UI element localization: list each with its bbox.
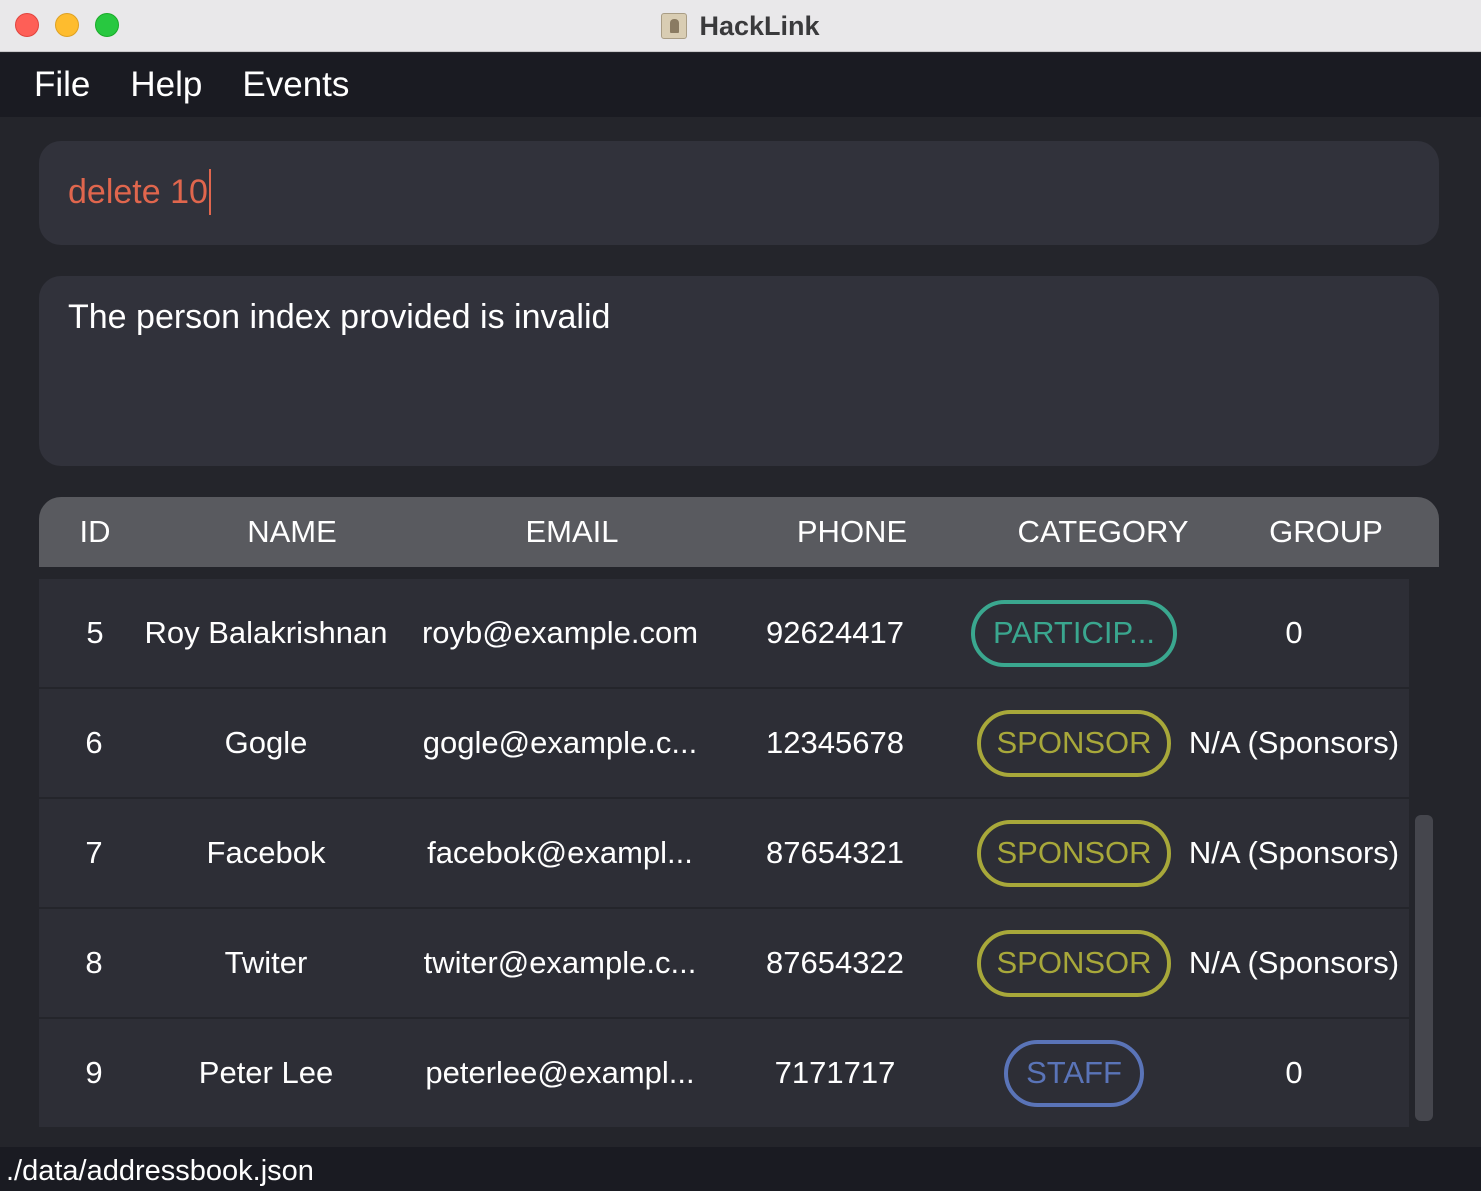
cell-email: peterlee@exampl... [425,1055,695,1090]
cell-phone: 87654321 [766,835,904,870]
cell-id: 7 [85,835,103,870]
cell-phone: 87654322 [766,945,904,980]
result-message: The person index provided is invalid [68,298,611,336]
table-header: ID NAME EMAIL PHONE CATEGORY GROUP [39,497,1439,567]
table-row[interactable]: 5 Roy Balakrishnan royb@example.com 9262… [39,579,1409,687]
result-display: The person index provided is invalid [39,276,1439,466]
cell-name: Roy Balakrishnan [144,615,388,650]
cell-name: Peter Lee [198,1055,334,1090]
cell-phone: 7171717 [774,1055,896,1090]
scrollbar-thumb[interactable] [1415,815,1433,1121]
command-box[interactable]: delete 10 [39,141,1439,245]
column-header-name[interactable]: NAME [151,497,433,567]
menu-events[interactable]: Events [242,65,349,105]
command-input-text: delete 10 [68,172,208,211]
column-header-id[interactable]: ID [39,497,151,567]
menu-bar: File Help Events [0,53,1481,117]
window-title-text: HackLink [699,10,820,41]
cell-name: Facebok [206,835,326,870]
cell-group: 0 [1285,615,1303,650]
person-table: ID NAME EMAIL PHONE CATEGORY GROUP 5 Roy… [39,497,1439,1129]
category-badge-staff: STAFF [1004,1039,1144,1107]
cell-group: N/A (Sponsors) [1188,945,1400,980]
command-input[interactable]: delete 10 [68,169,211,215]
save-file-path: ./data/addressbook.json [6,1155,314,1187]
cell-group: N/A (Sponsors) [1188,725,1400,760]
cell-category: STAFF [959,1019,1189,1127]
cell-id: 6 [85,725,103,760]
table-row[interactable]: 9 Peter Lee peterlee@exampl... 7171717 S… [39,1019,1409,1127]
title-bar: HackLink [0,0,1481,52]
contacts-book-icon [661,13,688,39]
table-scrollbar[interactable] [1409,567,1439,1129]
column-header-phone[interactable]: PHONE [711,497,993,567]
cell-category: SPONSOR [959,689,1189,797]
category-badge-sponsor: SPONSOR [977,709,1171,777]
cell-email: gogle@example.c... [422,725,698,760]
category-badge-participant: PARTICIP... [971,599,1177,667]
cell-phone: 92624417 [766,615,904,650]
category-badge-sponsor: SPONSOR [977,819,1171,887]
table-row[interactable]: 7 Facebok facebok@exampl... 87654321 SPO… [39,799,1409,907]
window-title: HackLink [0,0,1481,52]
column-header-category[interactable]: CATEGORY [993,497,1213,567]
cell-name: Twiter [224,945,308,980]
menu-file[interactable]: File [34,65,90,105]
column-header-group[interactable]: GROUP [1213,497,1439,567]
cell-email: twiter@example.c... [423,945,697,980]
table-row[interactable]: 8 Twiter twiter@example.c... 87654322 SP… [39,909,1409,1017]
cell-group: N/A (Sponsors) [1188,835,1400,870]
cell-category: PARTICIP... [959,579,1189,687]
text-caret [208,169,211,215]
column-header-email[interactable]: EMAIL [433,497,711,567]
cell-id: 9 [85,1055,103,1090]
cell-group: 0 [1285,1055,1303,1090]
status-bar: ./data/addressbook.json [0,1147,1481,1191]
cell-email: royb@example.com [421,615,699,650]
cell-phone: 12345678 [766,725,904,760]
cell-id: 5 [86,615,104,650]
menu-help[interactable]: Help [130,65,202,105]
cell-id: 8 [85,945,103,980]
cell-category: SPONSOR [959,909,1189,1017]
cell-email: facebok@exampl... [427,835,693,870]
table-body: 5 Roy Balakrishnan royb@example.com 9262… [39,567,1409,1129]
cell-name: Gogle [224,725,308,760]
category-badge-sponsor: SPONSOR [977,929,1171,997]
cell-category: SPONSOR [959,799,1189,907]
table-row[interactable]: 6 Gogle gogle@example.c... 12345678 SPON… [39,689,1409,797]
